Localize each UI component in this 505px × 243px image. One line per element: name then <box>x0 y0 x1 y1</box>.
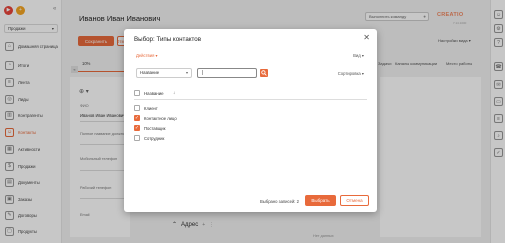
sort-asc-icon[interactable]: ↓ <box>173 90 175 95</box>
table-row[interactable]: ✓ Контактное лицо <box>134 114 367 124</box>
view-menu[interactable]: Вид ▾ <box>353 53 364 58</box>
close-icon[interactable]: ✕ <box>363 34 370 42</box>
chevron-down-icon: ▾ <box>155 53 158 58</box>
dialog-cancel-button[interactable]: Отмена <box>340 195 369 206</box>
sort-label: Сортировка <box>337 71 361 76</box>
search-icon <box>261 70 267 76</box>
row-checkbox[interactable]: ✓ <box>134 115 140 121</box>
dialog-title: Выбор: Типы контактов <box>134 36 202 43</box>
row-label: Сотрудник <box>144 136 165 141</box>
lookup-dialog: Выбор: Типы контактов ✕ Действия ▾ Вид ▾… <box>124 29 377 212</box>
selected-count-link[interactable]: Выбрано записей: 2 <box>260 199 299 204</box>
row-checkbox[interactable]: ✓ <box>134 125 140 131</box>
chevron-down-icon: ▾ <box>185 70 188 75</box>
filter-column-label: Название <box>140 70 160 75</box>
column-header-name[interactable]: Название <box>144 91 164 96</box>
row-label: Контактное лицо <box>144 116 177 121</box>
search-button[interactable] <box>260 69 268 77</box>
table-row[interactable]: ✓ Поставщик <box>134 124 367 134</box>
table-row[interactable]: Клиент <box>134 104 367 114</box>
table-row[interactable]: Сотрудник <box>134 134 367 144</box>
row-checkbox[interactable] <box>134 105 140 111</box>
filter-column-select[interactable]: Название ▾ <box>136 68 192 78</box>
row-label: Клиент <box>144 106 158 111</box>
actions-menu[interactable]: Действия ▾ <box>136 53 158 58</box>
filter-value-input[interactable]: | <box>197 68 257 78</box>
row-label: Поставщик <box>144 126 166 131</box>
row-checkbox[interactable] <box>134 135 140 141</box>
sort-menu[interactable]: Сортировка ▾ <box>338 71 364 76</box>
select-button[interactable]: Выбрать <box>305 195 336 206</box>
actions-label: Действия <box>136 53 155 58</box>
chevron-down-icon: ▾ <box>361 53 364 58</box>
select-all-checkbox[interactable] <box>134 90 140 96</box>
grid-header: Название ↓ <box>134 88 367 100</box>
chevron-down-icon: ▾ <box>361 71 364 76</box>
view-label: Вид <box>353 53 361 58</box>
